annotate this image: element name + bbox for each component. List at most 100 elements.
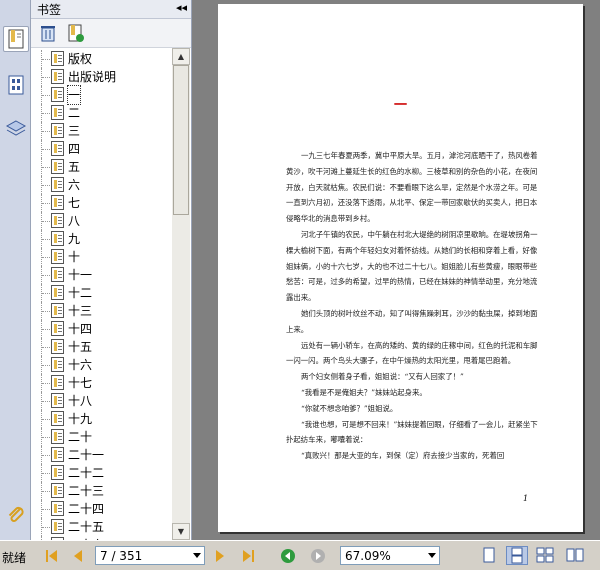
forward-icon[interactable] (310, 548, 326, 564)
bookmark-label: 十七 (68, 376, 93, 390)
page-number-field[interactable]: 7 / 351 (95, 546, 205, 565)
paragraph: “你就不想念咱爹？”姐姐说。 (301, 403, 398, 413)
pdf-page: 一 一九三七年春夏两季，冀中平原大旱。五月，滹沱河底晒干了，热风卷着黄沙，吹干河… (218, 4, 583, 532)
bookmark-item[interactable]: 一 (37, 85, 171, 105)
back-icon[interactable] (280, 548, 296, 564)
zoom-value: 67.09% (345, 549, 391, 563)
bookmark-icon (51, 177, 64, 192)
bookmark-icon (51, 231, 64, 246)
bookmark-icon (51, 339, 64, 354)
bookmark-item[interactable]: 三 (37, 122, 171, 140)
bookmark-item[interactable]: 二 (37, 104, 171, 122)
paragraph: “我看是不是俺姐夫？”妹妹站起身来。 (301, 387, 427, 397)
continuous-view-icon[interactable] (506, 546, 528, 565)
bookmarks-scrollbar[interactable]: ▲ ▼ (172, 48, 190, 540)
single-page-view-icon[interactable] (478, 546, 500, 565)
bookmark-item[interactable]: 五 (37, 158, 171, 176)
navigation-rail (0, 0, 31, 540)
bookmark-item[interactable]: 二十二 (37, 464, 171, 482)
bookmark-item[interactable]: 二十一 (37, 446, 171, 464)
bookmark-item[interactable]: 十二 (37, 284, 171, 302)
bookmark-icon (51, 105, 64, 120)
tree-branch (42, 77, 50, 78)
continuous-facing-view-icon[interactable] (564, 546, 586, 565)
bookmark-item[interactable]: 十八 (37, 392, 171, 410)
tree-branch (42, 185, 50, 186)
pdf-viewer-window: 书签 ◂◂ 版权 出版说明一二三四五六七八九十十一 十二 十三 十四 十五 十六 十七 十八 十九… (0, 0, 600, 570)
bookmark-icon (51, 393, 64, 408)
bookmark-label: 八 (68, 214, 81, 228)
bookmark-icon (51, 357, 64, 372)
bookmark-icon (51, 87, 64, 102)
bookmark-item[interactable]: 九 (37, 230, 171, 248)
bookmark-icon (51, 519, 64, 534)
bookmark-label: 二十五 (68, 520, 105, 534)
new-bookmark-icon[interactable] (65, 22, 87, 44)
document-view[interactable]: 一 一九三七年春夏两季，冀中平原大旱。五月，滹沱河底晒干了，热风卷着黄沙，吹干河… (192, 0, 600, 540)
chevron-down-icon[interactable] (193, 553, 201, 558)
bookmark-item[interactable]: 十六 (37, 356, 171, 374)
tree-branch (42, 437, 50, 438)
bookmark-item[interactable]: 十三 (37, 302, 171, 320)
last-page-icon[interactable] (240, 548, 256, 564)
status-text: 就绪 (2, 551, 27, 565)
bookmark-item[interactable]: 六 (37, 176, 171, 194)
tree-branch (42, 203, 50, 204)
next-page-icon[interactable] (212, 548, 228, 564)
bookmark-label: 二 (68, 106, 81, 120)
first-page-icon[interactable] (44, 548, 60, 564)
tree-branch (42, 95, 50, 96)
tree-branch (42, 365, 50, 366)
tree-branch (42, 149, 50, 150)
bookmark-label: 二十 (68, 430, 93, 444)
zoom-field[interactable]: 67.09% (340, 546, 440, 565)
bookmarks-panel-icon[interactable] (3, 26, 29, 52)
bookmark-item[interactable]: 十四 (37, 320, 171, 338)
bookmark-item[interactable]: 出版说明 (37, 68, 171, 86)
bookmark-item[interactable]: 十 (37, 248, 171, 266)
scroll-thumb[interactable] (173, 65, 189, 215)
bookmark-icon (51, 411, 64, 426)
delete-icon[interactable] (37, 22, 59, 44)
bookmark-item[interactable]: 七 (37, 194, 171, 212)
bookmark-label: 十四 (68, 322, 93, 336)
bookmark-icon (51, 483, 64, 498)
bookmark-item[interactable]: 十九 (37, 410, 171, 428)
bookmark-item[interactable]: 二十五 (37, 518, 171, 536)
scroll-up-icon[interactable]: ▲ (172, 48, 190, 65)
double-left-arrow-icon[interactable]: ◂◂ (176, 1, 187, 14)
paragraph: 一九三七年春夏两季，冀中平原大旱。五月，滹沱河底晒干了，热风卷着黄沙，吹干河滩上… (286, 151, 538, 224)
tree-branch (42, 257, 50, 258)
tree-branch (42, 167, 50, 168)
pages-panel-icon[interactable] (3, 72, 29, 98)
status-bar: 就绪 7 / 351 67.09% (0, 540, 600, 570)
bookmark-icon (51, 249, 64, 264)
tree-branch (42, 293, 50, 294)
bookmark-label: 四 (68, 142, 81, 156)
bookmark-label: 十六 (68, 358, 93, 372)
layers-panel-icon[interactable] (3, 116, 29, 142)
bookmark-label: 出版说明 (68, 70, 117, 84)
scroll-down-icon[interactable]: ▼ (172, 523, 190, 540)
tree-branch (42, 239, 50, 240)
bookmark-item[interactable]: 四 (37, 140, 171, 158)
attachments-icon[interactable] (3, 502, 29, 528)
bookmark-item[interactable]: 八 (37, 212, 171, 230)
bookmark-item[interactable]: 二十 (37, 428, 171, 446)
bookmark-icon (51, 321, 64, 336)
chevron-down-icon[interactable] (428, 553, 436, 558)
bookmark-item[interactable]: 十七 (37, 374, 171, 392)
bookmark-item[interactable]: 二十四 (37, 500, 171, 518)
bookmark-icon (51, 123, 64, 138)
bookmark-item[interactable]: 版权 (37, 50, 171, 68)
prev-page-icon[interactable] (70, 548, 86, 564)
bookmark-label: 十一 (68, 268, 93, 282)
page-number-value: 7 / 351 (100, 549, 143, 563)
paragraph: “真败兴！那是大亚的车，到保（定）府去接少当家的，死着回 (301, 451, 505, 461)
bookmark-item[interactable]: 十一 (37, 266, 171, 284)
bookmark-item[interactable]: 十五 (37, 338, 171, 356)
tree-branch (42, 491, 50, 492)
facing-view-icon[interactable] (534, 546, 556, 565)
bookmark-item[interactable]: 二十三 (37, 482, 171, 500)
bookmark-label: 十二 (68, 286, 93, 300)
